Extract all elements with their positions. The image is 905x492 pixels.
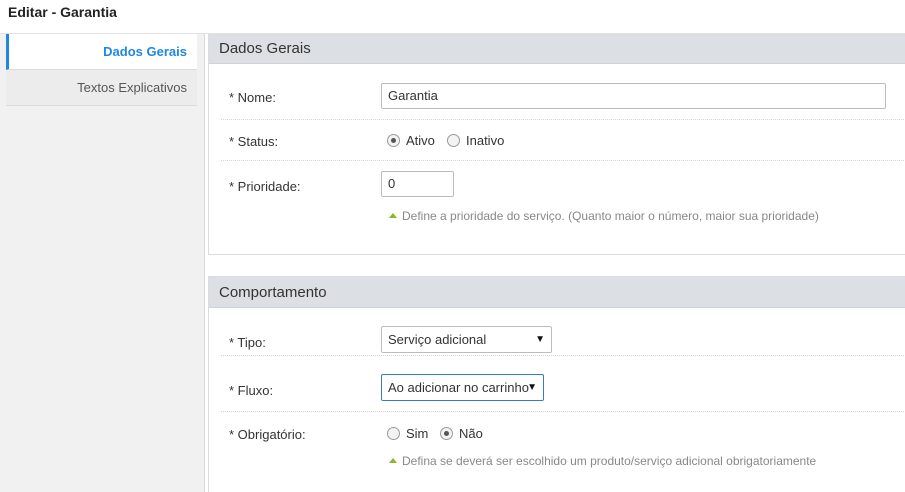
radio-unchecked-icon bbox=[387, 427, 400, 440]
prioridade-input[interactable]: 0 bbox=[381, 171, 454, 197]
sidebar: Dados Gerais Textos Explicativos bbox=[0, 34, 205, 492]
nome-row: * Nome: Garantia bbox=[221, 64, 905, 120]
obrigatorio-label: * Obrigatório: bbox=[229, 427, 306, 442]
tipo-select-value: Serviço adicional bbox=[388, 332, 487, 347]
obrigatorio-nao-label: Não bbox=[459, 426, 483, 441]
dados-gerais-panel: Dados Gerais * Nome: Garantia * Status: … bbox=[208, 34, 905, 255]
nome-label: * Nome: bbox=[229, 90, 276, 105]
status-row: * Status: Ativo Inativo bbox=[221, 120, 905, 161]
status-ativo-label: Ativo bbox=[406, 133, 435, 148]
prioridade-row: * Prioridade: 0 Define a prioridade do s… bbox=[221, 161, 905, 241]
status-inativo-radio[interactable]: Inativo bbox=[447, 133, 504, 148]
page-title: Editar - Garantia bbox=[8, 4, 117, 20]
up-triangle-icon bbox=[389, 213, 397, 218]
fluxo-select-value: Ao adicionar no carrinho bbox=[388, 380, 529, 395]
tipo-label: * Tipo: bbox=[229, 335, 266, 350]
obrigatorio-nao-radio[interactable]: Não bbox=[440, 426, 483, 441]
comportamento-panel: Comportamento * Tipo: Serviço adicional … bbox=[208, 276, 905, 492]
panel-title: Dados Gerais bbox=[209, 35, 905, 64]
status-ativo-radio[interactable]: Ativo bbox=[387, 133, 435, 148]
fluxo-row: * Fluxo: Ao adicionar no carrinho ▼ bbox=[221, 356, 905, 412]
sidebar-item-dados-gerais[interactable]: Dados Gerais bbox=[6, 34, 197, 70]
fluxo-label: * Fluxo: bbox=[229, 383, 274, 398]
prioridade-hint: Define a prioridade do serviço. (Quanto … bbox=[389, 209, 819, 223]
chevron-down-icon: ▼ bbox=[527, 382, 537, 393]
obrigatorio-hint: Defina se deverá ser escolhido um produt… bbox=[389, 454, 816, 468]
obrigatorio-sim-label: Sim bbox=[406, 426, 429, 441]
prioridade-hint-text: Define a prioridade do serviço. (Quanto … bbox=[402, 209, 819, 223]
nome-input[interactable]: Garantia bbox=[381, 83, 886, 109]
tipo-select[interactable]: Serviço adicional ▼ bbox=[381, 326, 552, 353]
tipo-row: * Tipo: Serviço adicional ▼ bbox=[221, 308, 905, 356]
radio-unchecked-icon bbox=[447, 134, 460, 147]
panel-title: Comportamento bbox=[209, 277, 905, 308]
prioridade-label: * Prioridade: bbox=[229, 179, 301, 194]
sidebar-item-textos-explicativos[interactable]: Textos Explicativos bbox=[6, 70, 197, 106]
chevron-down-icon: ▼ bbox=[535, 334, 545, 345]
up-triangle-icon bbox=[389, 458, 397, 463]
fluxo-select[interactable]: Ao adicionar no carrinho ▼ bbox=[381, 374, 544, 401]
radio-checked-icon bbox=[440, 427, 453, 440]
obrigatorio-hint-text: Defina se deverá ser escolhido um produt… bbox=[402, 454, 817, 468]
radio-checked-icon bbox=[387, 134, 400, 147]
top-bar: Editar - Garantia bbox=[0, 0, 905, 34]
status-label: * Status: bbox=[229, 134, 279, 149]
obrigatorio-sim-radio[interactable]: Sim bbox=[387, 426, 428, 441]
status-inativo-label: Inativo bbox=[466, 133, 505, 148]
obrigatorio-row: * Obrigatório: Sim Não Defina se deverá … bbox=[221, 412, 905, 482]
